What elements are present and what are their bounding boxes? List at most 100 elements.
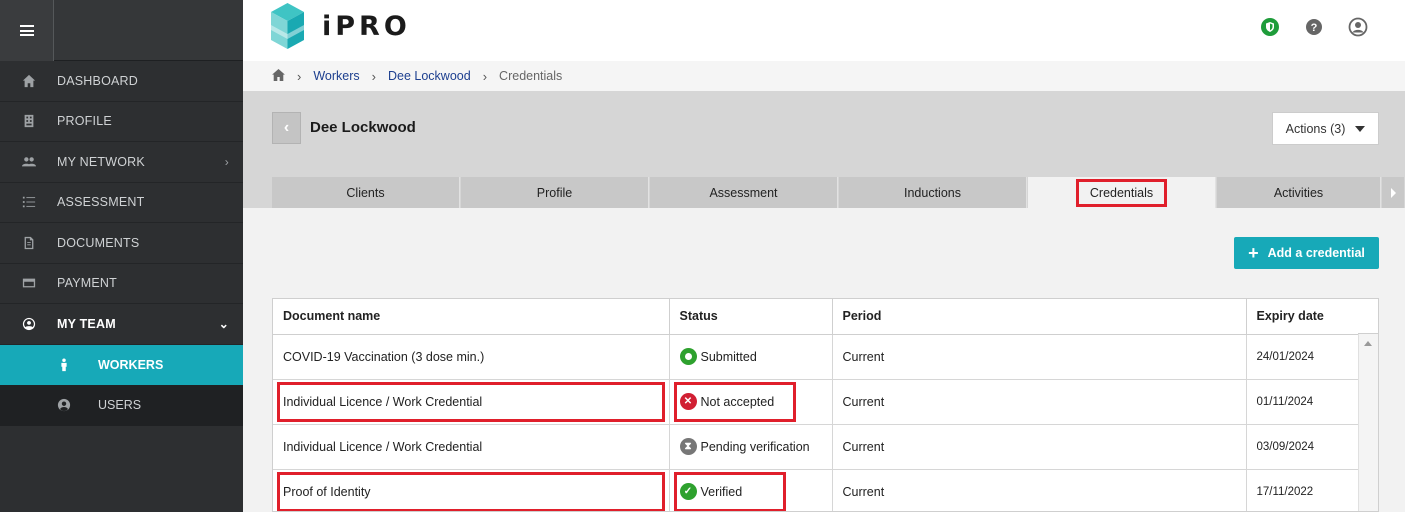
chevron-right-icon: › <box>224 154 229 169</box>
building-icon <box>0 114 57 128</box>
home-icon <box>0 74 57 88</box>
document-name[interactable]: Individual Licence / Work Credential <box>283 440 482 454</box>
chevron-left-icon: ‹ <box>283 119 290 136</box>
sidebar-item-label: PAYMENT <box>57 276 117 291</box>
header-icons: ? <box>1259 16 1369 38</box>
column-header-period[interactable]: Period <box>832 299 1247 335</box>
table-row[interactable]: COVID-19 Vaccination (3 dose min.) Submi… <box>273 334 1361 380</box>
cell-expiry-date: 17/11/2022 <box>1246 469 1361 511</box>
sidebar-item-label: MY TEAM <box>57 316 116 331</box>
sidebar-item-my-network[interactable]: MY NETWORK › <box>0 142 243 183</box>
back-button[interactable]: ‹ <box>272 112 301 144</box>
tab-profile[interactable]: Profile <box>461 177 649 208</box>
column-header-document-name[interactable]: Document name <box>273 299 670 335</box>
plus-icon: + <box>1248 243 1259 263</box>
top-header: iPRO ? <box>243 0 1405 61</box>
table-row[interactable]: Individual Licence / Work Credential ⧗ P… <box>273 424 1361 470</box>
sidebar-item-label: DASHBOARD <box>57 73 138 88</box>
user-circle-icon <box>0 398 98 412</box>
x-circle-icon: ✕ <box>679 393 697 410</box>
sidebar-item-payment[interactable]: PAYMENT <box>0 264 243 304</box>
sidebar-item-label: DOCUMENTS <box>57 235 140 250</box>
cell-document-name: Individual Licence / Work Credential <box>273 379 670 425</box>
user-circle-icon <box>0 317 57 331</box>
logo-text: iPRO <box>322 10 411 42</box>
chevron-down-icon: ⌄ <box>218 316 229 331</box>
tab-scroll-right-button[interactable] <box>1382 177 1404 208</box>
cell-document-name: Individual Licence / Work Credential <box>273 424 670 470</box>
account-icon[interactable] <box>1347 16 1369 38</box>
status-text: Pending verification <box>700 439 810 454</box>
tab-label: Assessment <box>709 185 778 200</box>
scroll-up-arrow-icon[interactable] <box>1364 341 1372 346</box>
document-name[interactable]: Individual Licence / Work Credential <box>283 395 482 409</box>
sidebar-top-filler <box>54 0 243 60</box>
sidebar-item-label: MY NETWORK <box>57 154 145 169</box>
tab-inductions[interactable]: Inductions <box>839 177 1027 208</box>
caret-down-icon <box>1355 125 1366 132</box>
cell-document-name: COVID-19 Vaccination (3 dose min.) <box>273 334 670 380</box>
breadcrumb-link-workers[interactable]: Workers <box>313 69 359 83</box>
sidebar-subitem-users[interactable]: USERS <box>0 385 243 426</box>
status-badge: ✕ Not accepted <box>679 393 832 410</box>
sidebar-subitem-workers[interactable]: WORKERS <box>0 344 243 385</box>
svg-text:?: ? <box>1311 22 1318 34</box>
credit-card-icon <box>0 276 57 290</box>
tab-label: Credentials <box>1075 178 1168 207</box>
cell-period: Current <box>832 469 1247 511</box>
help-icon[interactable]: ? <box>1303 16 1325 38</box>
home-icon[interactable] <box>272 68 285 84</box>
cell-period: Current <box>832 424 1247 470</box>
status-text: Submitted <box>700 349 757 364</box>
document-name[interactable]: Proof of Identity <box>283 485 371 499</box>
cell-status: ✓ Verified <box>669 469 833 511</box>
cell-expiry-date: 01/11/2024 <box>1246 379 1361 425</box>
cell-document-name: Proof of Identity <box>273 469 670 511</box>
credentials-table: Document name Status Period Expiry date … <box>272 298 1379 512</box>
table-row[interactable]: Individual Licence / Work Credential ✕ N… <box>273 379 1361 425</box>
app-logo[interactable]: iPRO <box>271 3 411 49</box>
shield-icon[interactable] <box>1259 16 1281 38</box>
document-icon <box>0 236 57 250</box>
document-name[interactable]: COVID-19 Vaccination (3 dose min.) <box>283 350 484 364</box>
add-credential-button[interactable]: + Add a credential <box>1234 237 1379 269</box>
list-icon <box>0 195 57 209</box>
breadcrumb-link-worker[interactable]: Dee Lockwood <box>388 69 471 83</box>
vertical-scrollbar[interactable] <box>1358 334 1378 511</box>
cell-status: ⧗ Pending verification <box>669 424 833 470</box>
tab-clients[interactable]: Clients <box>272 177 460 208</box>
submitted-icon <box>679 348 697 365</box>
breadcrumb-separator: › <box>482 68 488 84</box>
status-badge: ⧗ Pending verification <box>679 438 832 455</box>
breadcrumb-separator: › <box>371 68 376 84</box>
table-header-row: Document name Status Period Expiry date <box>273 299 1361 335</box>
header-scroll-spacer <box>1358 299 1378 334</box>
tab-credentials[interactable]: Credentials <box>1028 177 1216 208</box>
credentials-table-grid: Document name Status Period Expiry date … <box>273 299 1361 511</box>
column-header-status[interactable]: Status <box>669 299 833 335</box>
column-header-expiry-date[interactable]: Expiry date <box>1246 299 1361 335</box>
sidebar-item-assessment[interactable]: ASSESSMENT <box>0 183 243 223</box>
sidebar-item-documents[interactable]: DOCUMENTS <box>0 223 243 264</box>
users-icon <box>0 155 57 169</box>
table-row[interactable]: Proof of Identity ✓ Verified Current 17/… <box>273 469 1361 511</box>
cell-expiry-date: 03/09/2024 <box>1246 424 1361 470</box>
status-badge: ✓ Verified <box>679 483 832 500</box>
status-badge: Submitted <box>679 348 832 365</box>
breadcrumb-separator: › <box>297 68 302 84</box>
sidebar-item-profile[interactable]: PROFILE <box>0 102 243 142</box>
hamburger-icon <box>19 25 34 36</box>
tab-activities[interactable]: Activities <box>1217 177 1381 208</box>
tab-assessment[interactable]: Assessment <box>650 177 838 208</box>
sidebar-item-dashboard[interactable]: DASHBOARD <box>0 61 243 102</box>
cell-period: Current <box>832 379 1247 425</box>
hourglass-icon: ⧗ <box>679 438 697 455</box>
tab-bar: Clients Profile Assessment Inductions Cr… <box>272 177 1404 208</box>
person-icon <box>0 358 98 372</box>
actions-dropdown-button[interactable]: Actions (3) <box>1272 112 1379 145</box>
breadcrumb-current: Credentials <box>499 69 563 83</box>
hamburger-menu-button[interactable] <box>0 0 54 61</box>
sidebar-subitem-label: USERS <box>98 398 142 413</box>
sidebar-item-my-team[interactable]: MY TEAM ⌄ <box>0 304 243 345</box>
sidebar-subitem-label: WORKERS <box>98 357 164 372</box>
